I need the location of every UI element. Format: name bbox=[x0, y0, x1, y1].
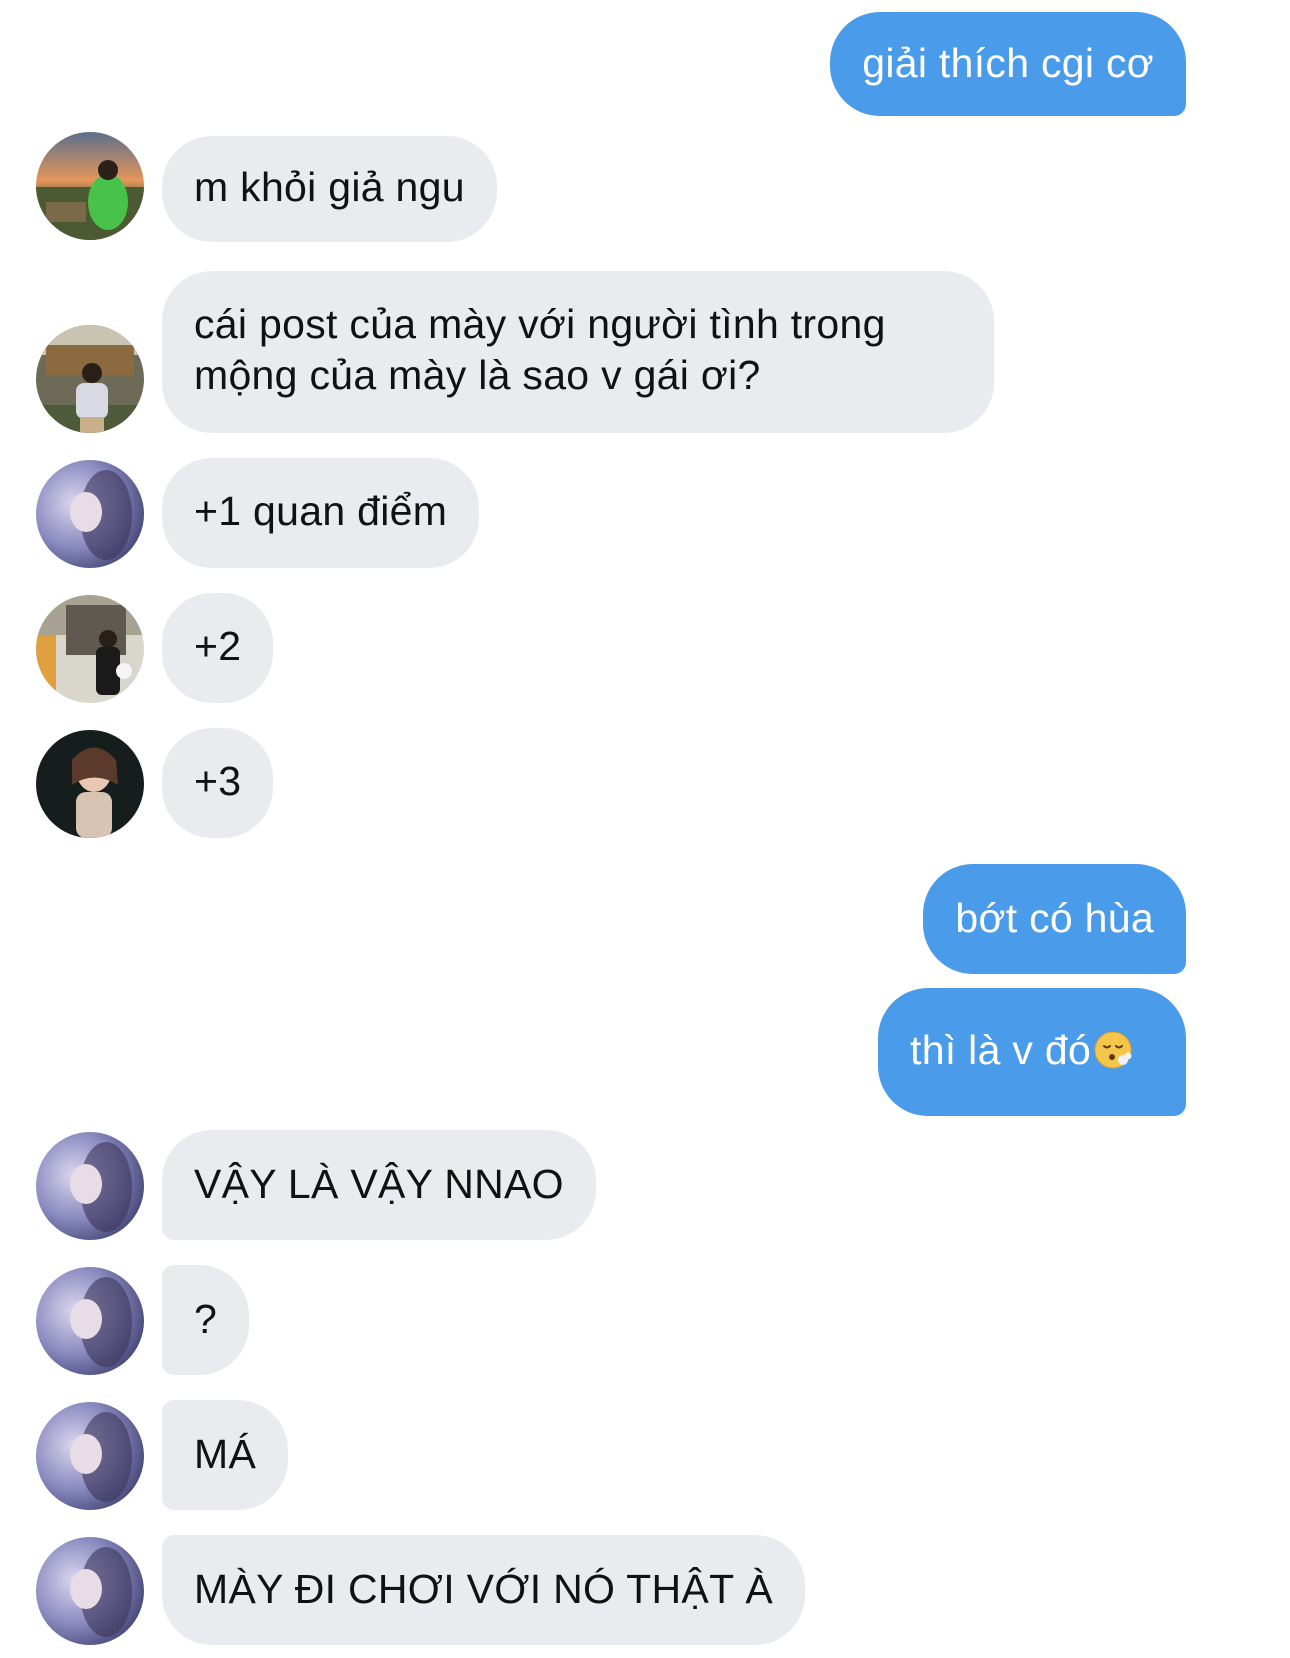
incoming-message[interactable]: MÁ bbox=[162, 1400, 289, 1510]
message-text: +1 quan điểm bbox=[194, 488, 448, 534]
incoming-message[interactable]: MÀY ĐI CHƠI VỚI NÓ THẬT À bbox=[162, 1535, 806, 1645]
message-text: MÀY ĐI CHƠI VỚI NÓ THẬT À bbox=[194, 1566, 774, 1612]
incoming-message[interactable]: cái post của mày với người tình trong mộ… bbox=[162, 271, 994, 433]
avatar[interactable] bbox=[36, 730, 144, 838]
message-text: cái post của mày với người tình trong mộ… bbox=[194, 301, 886, 398]
incoming-message[interactable]: +1 quan điểm bbox=[162, 458, 480, 568]
message-text: +3 bbox=[194, 758, 242, 804]
message-text: MÁ bbox=[194, 1431, 257, 1477]
message-text: giải thích cgi cơ bbox=[862, 40, 1154, 86]
chat-thread: giải thích cgi cơ m khỏi giả ngu cái pos… bbox=[0, 0, 1290, 1658]
incoming-message[interactable]: +2 bbox=[162, 593, 274, 703]
avatar[interactable] bbox=[36, 460, 144, 568]
avatar[interactable] bbox=[36, 1537, 144, 1645]
message-content: thì là v đó bbox=[910, 1025, 1154, 1076]
avatar[interactable] bbox=[36, 1402, 144, 1510]
exhaling-face-icon bbox=[1093, 1030, 1133, 1070]
message-text: VẬY LÀ VẬY NNAO bbox=[194, 1161, 564, 1207]
message-text: bớt có hùa bbox=[955, 895, 1154, 941]
outgoing-message[interactable]: thì là v đó bbox=[878, 988, 1186, 1116]
avatar[interactable] bbox=[36, 1132, 144, 1240]
incoming-message[interactable]: m khỏi giả ngu bbox=[162, 136, 497, 242]
message-text: +2 bbox=[194, 623, 242, 669]
message-text: ? bbox=[194, 1296, 218, 1342]
avatar[interactable] bbox=[36, 325, 144, 433]
incoming-message[interactable]: VẬY LÀ VẬY NNAO bbox=[162, 1130, 596, 1240]
outgoing-message[interactable]: bớt có hùa bbox=[923, 864, 1186, 974]
message-text: m khỏi giả ngu bbox=[194, 164, 465, 210]
avatar[interactable] bbox=[36, 595, 144, 703]
message-text: thì là v đó bbox=[910, 1027, 1092, 1073]
avatar[interactable] bbox=[36, 132, 144, 240]
avatar[interactable] bbox=[36, 1267, 144, 1375]
outgoing-message[interactable]: giải thích cgi cơ bbox=[830, 12, 1186, 116]
incoming-message[interactable]: +3 bbox=[162, 728, 274, 838]
incoming-message[interactable]: ? bbox=[162, 1265, 250, 1375]
